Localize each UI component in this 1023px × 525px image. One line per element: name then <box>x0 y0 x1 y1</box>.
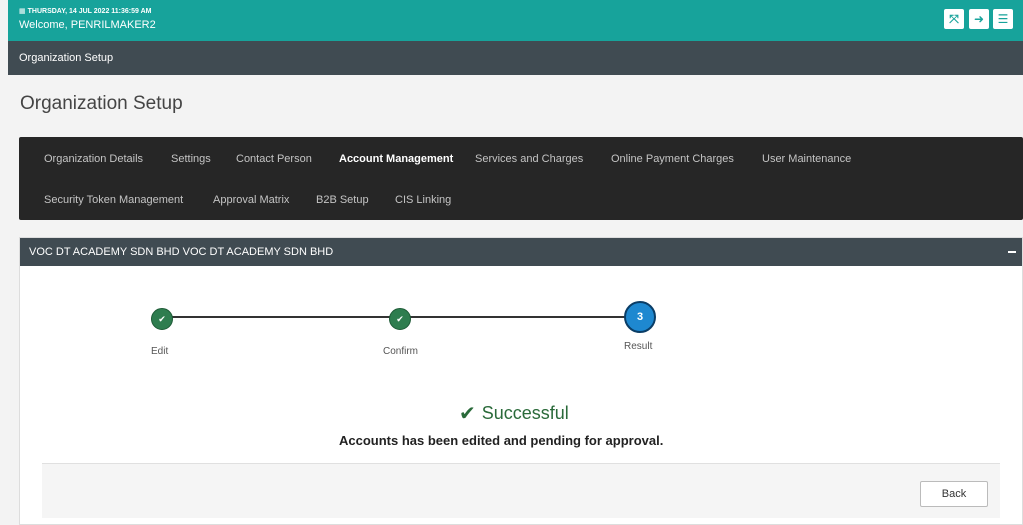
back-button[interactable]: Back <box>920 481 988 507</box>
breadcrumb-bar: Organization Setup <box>8 41 1023 75</box>
top-bar: ▦ THURSDAY, 14 JUL 2022 11:36:59 AM Welc… <box>8 0 1023 41</box>
tab-bar: Organization Details Settings Contact Pe… <box>19 137 1023 220</box>
menu-icon: ☰ <box>997 12 1009 26</box>
success-heading: ✔ Successful <box>459 401 569 426</box>
fullscreen-button[interactable]: ⤧ <box>944 9 964 29</box>
tab-settings[interactable]: Settings <box>171 153 211 165</box>
step-result-number: 3 <box>624 301 656 333</box>
date-text: THURSDAY, 14 JUL 2022 11:36:59 AM <box>27 7 152 15</box>
success-title: Successful <box>481 403 569 423</box>
tab-contact-person[interactable]: Contact Person <box>236 153 312 165</box>
tab-security-token-management[interactable]: Security Token Management <box>44 194 183 206</box>
step-edit-check-icon: ✔ <box>151 308 173 330</box>
welcome-text: Welcome, PENRILMAKER2 <box>19 19 156 31</box>
checkmark-icon: ✔ <box>459 403 476 425</box>
menu-button[interactable]: ☰ <box>993 9 1013 29</box>
page-title: Organization Setup <box>20 93 183 114</box>
tab-user-maintenance[interactable]: User Maintenance <box>762 153 851 165</box>
step-label-edit: Edit <box>151 346 169 357</box>
tab-online-payment-charges[interactable]: Online Payment Charges <box>611 153 734 165</box>
tab-account-management[interactable]: Account Management <box>339 153 453 165</box>
step-confirm-check-icon: ✔ <box>389 308 411 330</box>
tab-b2b-setup[interactable]: B2B Setup <box>316 194 369 206</box>
panel-header: VOC DT ACADEMY SDN BHD VOC DT ACADEMY SD… <box>20 238 1022 266</box>
calendar-icon: ▦ <box>19 8 26 15</box>
step-label-confirm: Confirm <box>383 346 419 357</box>
form-footer <box>42 463 1000 518</box>
tab-cis-linking[interactable]: CIS Linking <box>395 194 451 206</box>
breadcrumb: Organization Setup <box>19 52 114 64</box>
logout-button[interactable]: ➜ <box>969 9 989 29</box>
tab-approval-matrix[interactable]: Approval Matrix <box>213 194 289 206</box>
tab-services-and-charges[interactable]: Services and Charges <box>475 153 583 165</box>
logout-icon: ➜ <box>973 12 985 26</box>
step-label-result: Result <box>624 341 653 352</box>
collapse-icon[interactable] <box>1008 251 1016 253</box>
result-message: Accounts has been edited and pending for… <box>339 433 664 448</box>
fullscreen-icon: ⤧ <box>949 12 959 26</box>
panel-title: VOC DT ACADEMY SDN BHD VOC DT ACADEMY SD… <box>29 246 334 258</box>
date-display: ▦ THURSDAY, 14 JUL 2022 11:36:59 AM <box>19 7 152 16</box>
tab-organization-details[interactable]: Organization Details <box>44 153 143 165</box>
